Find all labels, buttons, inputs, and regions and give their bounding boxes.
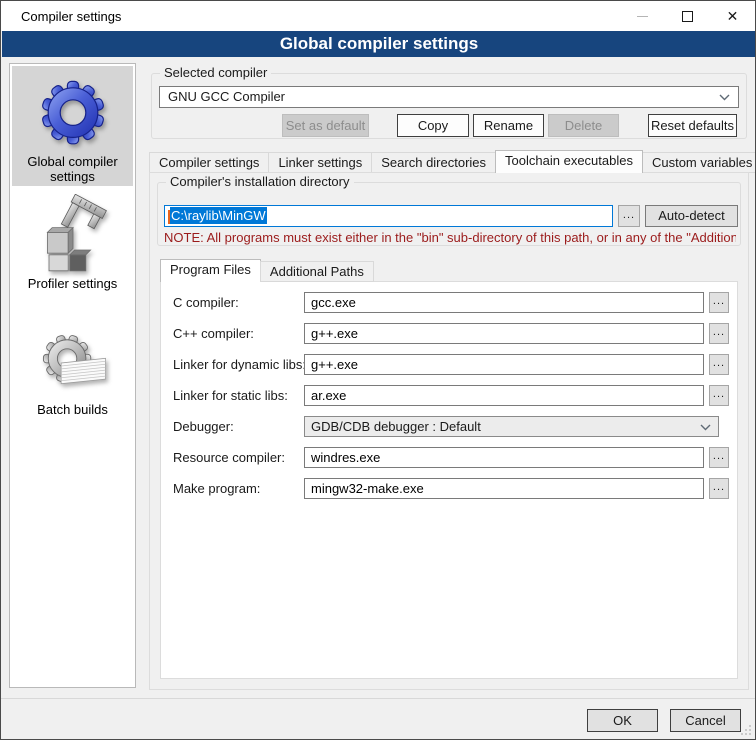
tab-custom-variables[interactable]: Custom variables (642, 152, 756, 173)
window-title: Compiler settings (21, 9, 121, 24)
program-files-page: C compiler: ... C++ compiler: ... Linker… (160, 281, 738, 679)
c-compiler-label: C compiler: (173, 295, 239, 310)
footer-divider (1, 698, 756, 699)
install-dir-browse-button[interactable]: ... (618, 205, 640, 227)
subtab-additional-paths[interactable]: Additional Paths (260, 261, 374, 282)
chevron-down-icon (700, 424, 711, 431)
make-program-input[interactable] (304, 478, 704, 499)
sidebar-item-profiler-settings[interactable]: Profiler settings (12, 190, 133, 296)
tab-toolchain-executables[interactable]: Toolchain executables (495, 150, 643, 173)
minimize-button[interactable] (620, 1, 665, 31)
chevron-down-icon (719, 94, 730, 101)
tab-search-directories[interactable]: Search directories (371, 152, 496, 173)
static-linker-input[interactable] (304, 385, 704, 406)
minimize-icon (637, 16, 648, 17)
selected-compiler-group-label: Selected compiler (160, 65, 271, 80)
compiler-select-value: GNU GCC Compiler (168, 89, 285, 104)
sidebar-item-label: Global compiler settings (12, 152, 133, 190)
make-program-browse-button[interactable]: ... (709, 478, 729, 499)
c-compiler-input[interactable] (304, 292, 704, 313)
page-title: Global compiler settings (2, 31, 756, 57)
copy-button[interactable]: Copy (397, 114, 469, 137)
resource-compiler-label: Resource compiler: (173, 450, 285, 465)
ok-button[interactable]: OK (587, 709, 658, 732)
debugger-select-value: GDB/CDB debugger : Default (311, 419, 481, 434)
compiler-select[interactable]: GNU GCC Compiler (159, 86, 739, 108)
dynamic-linker-browse-button[interactable]: ... (709, 354, 729, 375)
compiler-settings-dialog: Compiler settings ✕ Global compiler sett… (0, 0, 756, 740)
rename-button[interactable]: Rename (473, 114, 544, 137)
calipers-icon (32, 194, 114, 274)
auto-detect-button[interactable]: Auto-detect (645, 205, 738, 227)
make-program-label: Make program: (173, 481, 260, 496)
reset-defaults-button[interactable]: Reset defaults (648, 114, 737, 137)
debugger-select[interactable]: GDB/CDB debugger : Default (304, 416, 719, 437)
subtab-program-files[interactable]: Program Files (160, 259, 261, 282)
install-dir-input[interactable]: C:\raylib\MinGW (164, 205, 613, 227)
selected-text: C:\raylib\MinGW (170, 207, 267, 224)
maximize-icon (682, 11, 693, 22)
sidebar-item-batch-builds[interactable]: Batch builds (12, 322, 133, 420)
resize-grip[interactable] (740, 724, 752, 736)
c-compiler-browse-button[interactable]: ... (709, 292, 729, 313)
blue-gear-icon (33, 70, 113, 152)
cpp-compiler-browse-button[interactable]: ... (709, 323, 729, 344)
settings-tab-bar: Compiler settings Linker settings Search… (149, 150, 749, 173)
sidebar-item-global-compiler-settings[interactable]: Global compiler settings (12, 66, 133, 186)
close-button[interactable]: ✕ (710, 1, 755, 31)
resource-compiler-browse-button[interactable]: ... (709, 447, 729, 468)
cpp-compiler-label: C++ compiler: (173, 326, 254, 341)
tab-compiler-settings[interactable]: Compiler settings (149, 152, 269, 173)
cpp-compiler-input[interactable] (304, 323, 704, 344)
debugger-label: Debugger: (173, 419, 234, 434)
dynamic-linker-label: Linker for dynamic libs: (173, 357, 306, 372)
program-files-tab-bar: Program Files Additional Paths (160, 259, 373, 282)
resource-compiler-input[interactable] (304, 447, 704, 468)
close-icon: ✕ (727, 9, 739, 23)
maximize-button[interactable] (665, 1, 710, 31)
title-bar[interactable]: Compiler settings ✕ (1, 1, 755, 31)
static-linker-label: Linker for static libs: (173, 388, 288, 403)
static-linker-browse-button[interactable]: ... (709, 385, 729, 406)
sidebar-item-label: Profiler settings (12, 274, 133, 297)
set-as-default-button[interactable]: Set as default (282, 114, 369, 137)
bin-directory-note: NOTE: All programs must exist either in … (164, 230, 736, 245)
install-dir-group-label: Compiler's installation directory (166, 174, 354, 189)
gray-gear-stack-icon (35, 326, 111, 400)
delete-button[interactable]: Delete (548, 114, 619, 137)
cancel-button[interactable]: Cancel (670, 709, 741, 732)
sidebar-item-label: Batch builds (12, 400, 133, 423)
tab-linker-settings[interactable]: Linker settings (268, 152, 372, 173)
dynamic-linker-input[interactable] (304, 354, 704, 375)
settings-category-list: Global compiler settings (9, 63, 136, 688)
